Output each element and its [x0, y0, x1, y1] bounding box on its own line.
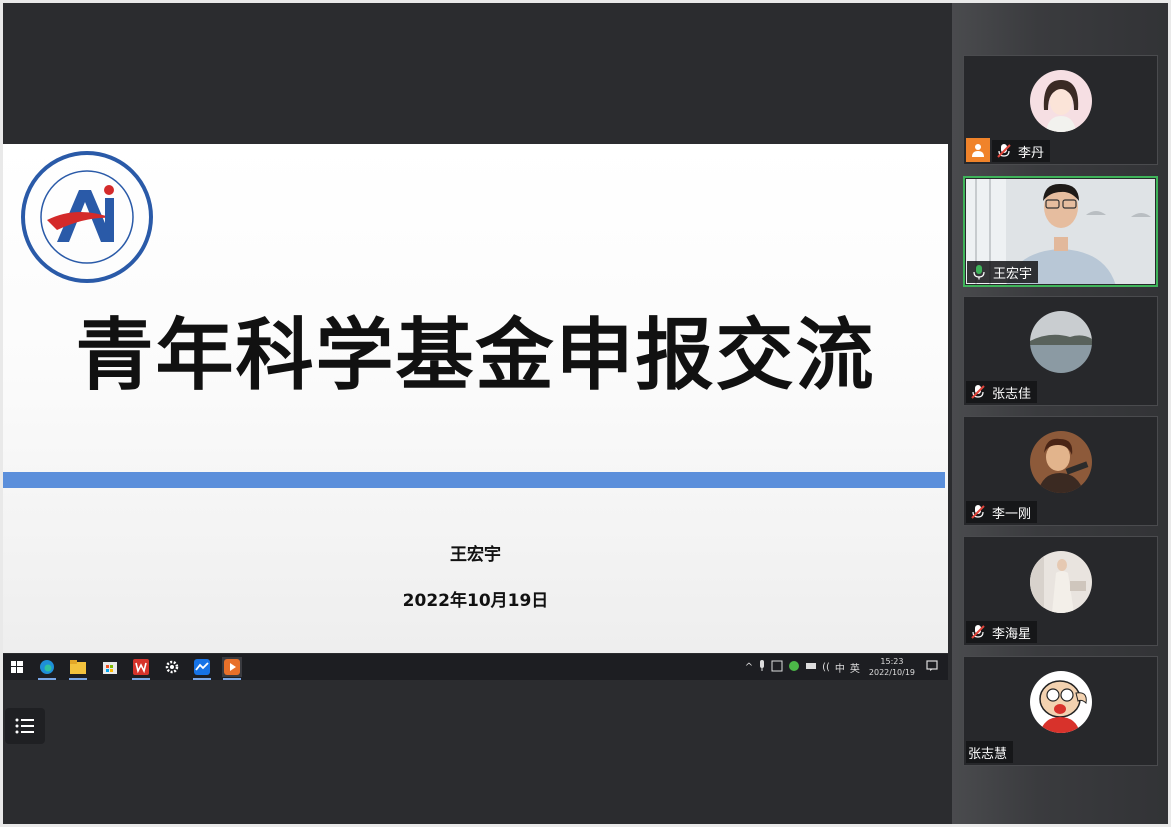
mic-muted-icon — [997, 144, 1011, 158]
store-icon[interactable] — [100, 657, 120, 677]
wps-office-icon[interactable] — [131, 657, 151, 680]
mic-muted-icon — [971, 385, 985, 399]
avatar — [1030, 431, 1092, 493]
participant-tile-active-speaker[interactable]: 王宏宇 — [963, 176, 1158, 287]
volume-label[interactable]: 中 — [835, 660, 845, 675]
slide-title: 青年科学基金申报交流 — [75, 311, 876, 401]
participant-name-bar: 张志佳 — [966, 381, 1038, 403]
participant-tile[interactable]: 李丹 — [963, 55, 1158, 165]
participant-name: 王宏宇 — [993, 266, 1033, 282]
presentation-app-icon[interactable] — [222, 657, 242, 680]
participant-tile[interactable]: 张志慧 — [963, 656, 1158, 766]
windows-start-icon[interactable] — [7, 657, 27, 677]
participant-name: 李一刚 — [992, 506, 1032, 522]
clock-time: 15:23 — [880, 657, 904, 666]
participant-name-bar: 李海星 — [966, 621, 1038, 643]
presentation-slide: 青年科学基金申报交流 王宏宇 2022年10月19日 — [3, 144, 948, 653]
windows-taskbar: ^ (( 中 英 15:23 2022/10/19 — [3, 654, 948, 680]
wechat-tray-icon[interactable] — [788, 660, 800, 675]
slide-presenter: 王宏宇 — [450, 545, 501, 565]
participant-name-bar: 张志慧 — [966, 741, 1014, 763]
mic-muted-icon — [971, 505, 985, 519]
microphone-tray-icon[interactable] — [758, 659, 766, 675]
participant-tile[interactable]: 张志佳 — [963, 296, 1158, 406]
slide-date: 2022年10月19日 — [402, 591, 549, 611]
participant-name: 李海星 — [992, 626, 1032, 642]
avatar — [1030, 311, 1092, 373]
avatar — [1030, 671, 1092, 733]
edge-browser-icon[interactable] — [37, 657, 57, 680]
meeting-app-icon[interactable] — [192, 657, 212, 680]
chevron-up-icon[interactable]: ^ — [745, 662, 753, 673]
participant-name: 张志慧 — [968, 746, 1008, 762]
avatar — [1030, 551, 1092, 613]
host-badge — [966, 138, 990, 162]
notification-icon[interactable] — [926, 659, 938, 675]
slide-divider-bar — [3, 472, 945, 488]
participant-tile[interactable]: 李一刚 — [963, 416, 1158, 526]
system-tray: ^ (( 中 英 15:23 2022/10/19 — [745, 654, 938, 680]
mic-muted-icon — [971, 625, 985, 639]
avatar — [1030, 70, 1092, 132]
participant-name-bar: 王宏宇 — [967, 261, 1039, 283]
participant-name-bar: 李一刚 — [966, 501, 1038, 523]
person-icon — [972, 144, 984, 157]
mic-active-icon — [973, 265, 985, 280]
participant-name-bar: 李丹 — [992, 140, 1051, 162]
clock-date: 2022/10/19 — [868, 668, 915, 677]
school-logo — [21, 151, 153, 283]
settings-gear-icon[interactable] — [162, 657, 182, 677]
menu-list-button[interactable] — [5, 708, 45, 744]
participant-name: 李丹 — [1018, 145, 1045, 161]
ime-indicator[interactable]: 英 — [850, 660, 860, 675]
participant-name: 张志佳 — [992, 386, 1032, 402]
participant-tile[interactable]: 李海星 — [963, 536, 1158, 646]
system-clock[interactable]: 15:23 2022/10/19 — [869, 656, 915, 678]
app-tray-icon[interactable] — [771, 660, 783, 675]
network-tray-icon[interactable] — [805, 661, 817, 674]
wifi-icon[interactable]: (( — [822, 662, 830, 673]
file-explorer-icon[interactable] — [68, 657, 88, 680]
list-menu-icon — [15, 718, 34, 734]
